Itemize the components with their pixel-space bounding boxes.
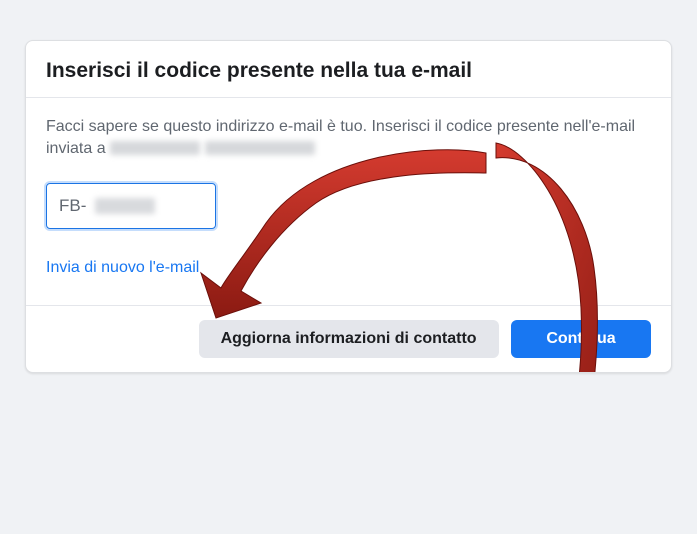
code-input[interactable]: FB-: [46, 183, 216, 229]
annotation-arrow-to-input-icon: [186, 133, 506, 333]
dialog-header: Inserisci il codice presente nella tua e…: [26, 41, 671, 98]
resend-email-link[interactable]: Invia di nuovo l'e-mail: [46, 259, 651, 277]
dialog-body: Facci sapere se questo indirizzo e-mail …: [26, 98, 671, 305]
redacted-code: [95, 198, 155, 214]
dialog-footer: Aggiorna informazioni di contatto Contin…: [26, 305, 671, 372]
redacted-email-part1: [110, 141, 200, 155]
continue-button[interactable]: Continua: [511, 320, 651, 358]
dialog-title: Inserisci il codice presente nella tua e…: [46, 59, 651, 83]
verification-dialog: Inserisci il codice presente nella tua e…: [25, 40, 672, 373]
instruction-text: Facci sapere se questo indirizzo e-mail …: [46, 116, 651, 159]
update-contact-button[interactable]: Aggiorna informazioni di contatto: [199, 320, 499, 358]
code-prefix: FB-: [59, 196, 86, 216]
redacted-email-part2: [205, 141, 315, 155]
